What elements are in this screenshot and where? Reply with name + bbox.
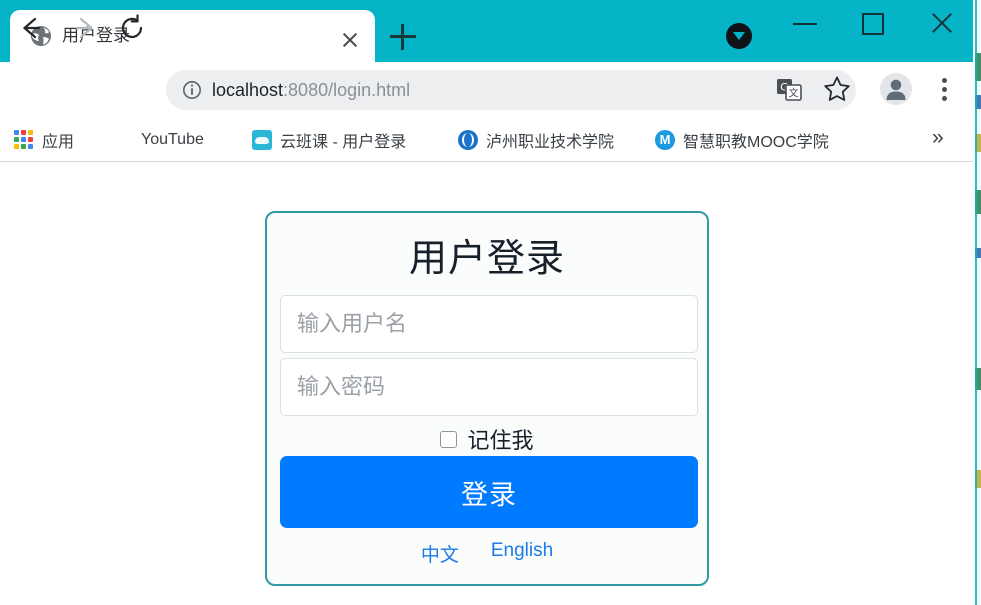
back-icon[interactable]: [15, 12, 47, 44]
bookmark-label: YouTube: [141, 131, 204, 148]
bookmark-mooc[interactable]: M 智慧职教MOOC学院: [655, 127, 829, 153]
address-bar[interactable]: localhost:8080/login.html: [166, 70, 856, 110]
page-title: 用户登录: [408, 238, 565, 280]
globe-blue-icon: [458, 130, 478, 150]
youtube-icon: [113, 130, 133, 150]
remember-me-checkbox[interactable]: [440, 430, 458, 448]
profile-avatar[interactable]: [880, 73, 912, 105]
new-tab-button[interactable]: [390, 24, 416, 50]
language-link-chinese[interactable]: 中文: [421, 540, 459, 567]
bookmark-youtube[interactable]: YouTube: [113, 127, 204, 153]
tab-close-icon[interactable]: [340, 30, 360, 50]
window-minimize-button[interactable]: [783, 8, 829, 38]
language-link-english[interactable]: English: [491, 540, 553, 567]
svg-text:文: 文: [789, 87, 799, 100]
url-path: :8080/login.html: [283, 80, 411, 100]
site-info-icon[interactable]: [182, 80, 202, 100]
cloud-class-icon: [252, 130, 272, 150]
bookmark-label: 泸州职业技术学院: [486, 134, 615, 151]
star-icon[interactable]: [822, 74, 852, 104]
tab-title: 用户登录: [62, 26, 130, 45]
bookmark-label: 应用: [42, 134, 75, 151]
bookmark-cloud-class[interactable]: 云班课 - 用户登录: [252, 127, 406, 153]
window-maximize-button[interactable]: [851, 8, 897, 38]
username-input[interactable]: [280, 295, 698, 353]
download-indicator-icon[interactable]: [726, 23, 752, 49]
bookmarks-bar: 应用 YouTube 云班课 - 用户登录 泸州职业技术学院 M 智慧职教MOO…: [0, 118, 973, 162]
login-button[interactable]: 登录: [280, 456, 698, 528]
page-viewport: 用户登录 记住我 登录 中文 English: [0, 163, 973, 605]
password-input[interactable]: [280, 358, 698, 416]
window-close-button[interactable]: [919, 8, 965, 38]
url-host: localhost: [212, 80, 284, 100]
reload-icon[interactable]: [116, 12, 148, 44]
mooc-m-icon: M: [655, 130, 675, 150]
browser-window: 用户登录 localhost:8080/login.html G 文 应用 Yo…: [0, 0, 981, 605]
three-dot-menu-icon[interactable]: [933, 74, 957, 106]
google-translate-icon[interactable]: G 文: [774, 75, 804, 105]
bookmark-apps[interactable]: 应用: [14, 127, 74, 153]
bookmarks-overflow-icon[interactable]: »: [932, 126, 944, 150]
address-bar-url: localhost:8080/login.html: [212, 78, 410, 102]
remember-me-label: 记住我: [467, 428, 534, 453]
background-window-sliver: [975, 0, 981, 605]
bookmark-label: 云班课 - 用户登录: [280, 134, 407, 151]
login-card: 用户登录 记住我 登录 中文 English: [265, 211, 709, 586]
forward-icon[interactable]: [68, 12, 100, 44]
apps-grid-icon: [14, 130, 34, 150]
remember-me-row: 记住我: [267, 423, 707, 455]
browser-tab[interactable]: 用户登录: [10, 10, 375, 62]
bookmark-luzhou-college[interactable]: 泸州职业技术学院: [458, 127, 614, 153]
bookmark-label: 智慧职教MOOC学院: [683, 134, 829, 151]
language-links: 中文 English: [267, 540, 707, 567]
